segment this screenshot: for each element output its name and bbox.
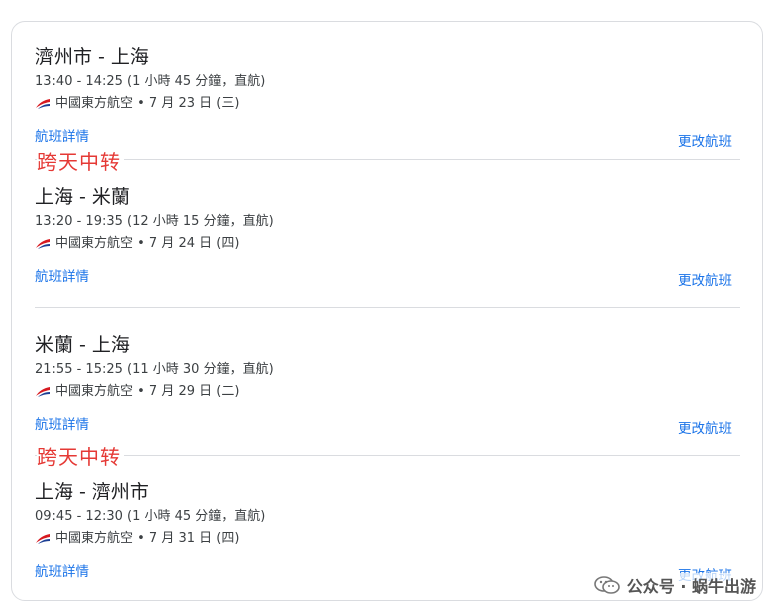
china-eastern-logo-icon (36, 99, 50, 109)
airline-date: 中國東方航空 • 7 月 23 日 (三) (55, 96, 240, 111)
flight-times: 13:40 - 14:25 (1 小時 45 分鐘，直航) (35, 74, 266, 89)
flight-segment-1: 濟州市 - 上海 13:40 - 14:25 (1 小時 45 分鐘，直航) 中… (35, 46, 740, 150)
airline-date: 中國東方航空 • 7 月 29 日 (二) (55, 384, 240, 399)
airline-date: 中國東方航空 • 7 月 24 日 (四) (55, 236, 240, 251)
change-flight-link[interactable]: 更改航班 (678, 269, 732, 289)
china-eastern-logo-icon (36, 534, 50, 544)
route-title: 濟州市 - 上海 (35, 46, 149, 68)
segment-divider (35, 159, 740, 160)
route-title: 上海 - 濟州市 (35, 481, 149, 503)
airline-info: 中國東方航空 • 7 月 23 日 (三) (35, 96, 740, 112)
flight-times: 21:55 - 15:25 (11 小時 30 分鐘，直航) (35, 362, 274, 377)
airline-info: 中國東方航空 • 7 月 29 日 (二) (35, 384, 740, 400)
route-title: 米蘭 - 上海 (35, 334, 130, 356)
flight-times: 13:20 - 19:35 (12 小時 15 分鐘，直航) (35, 214, 274, 229)
change-flight-link[interactable]: 更改航班 (678, 417, 732, 437)
flight-times: 09:45 - 12:30 (1 小時 45 分鐘，直航) (35, 509, 266, 524)
change-flight-link[interactable]: 更改航班 (678, 130, 732, 150)
flight-segment-4: 上海 - 濟州市 09:45 - 12:30 (1 小時 45 分鐘，直航) 中… (35, 481, 740, 584)
overnight-transfer-note: 跨天中转 (37, 441, 124, 470)
watermark-text: 公众号 · 蜗牛出游 (626, 577, 756, 596)
watermark: 公众号 · 蜗牛出游 (592, 573, 756, 597)
airline-info: 中國東方航空 • 7 月 24 日 (四) (35, 236, 740, 252)
flight-details-link[interactable]: 航班詳情 (35, 560, 89, 580)
airline-info: 中國東方航空 • 7 月 31 日 (四) (35, 531, 740, 547)
china-eastern-logo-icon (36, 387, 50, 397)
overnight-transfer-note: 跨天中转 (37, 146, 124, 175)
flight-segment-3: 米蘭 - 上海 21:55 - 15:25 (11 小時 30 分鐘，直航) 中… (35, 334, 740, 437)
segment-divider (35, 455, 740, 456)
china-eastern-logo-icon (36, 239, 50, 249)
flight-details-link[interactable]: 航班詳情 (35, 125, 89, 145)
flight-details-link[interactable]: 航班詳情 (35, 413, 89, 433)
flight-details-link[interactable]: 航班詳情 (35, 265, 89, 285)
flight-segment-2: 上海 - 米蘭 13:20 - 19:35 (12 小時 15 分鐘，直航) 中… (35, 186, 740, 289)
route-title: 上海 - 米蘭 (35, 186, 130, 208)
trip-divider (35, 307, 740, 308)
wechat-icon (593, 576, 620, 594)
airline-date: 中國東方航空 • 7 月 31 日 (四) (55, 531, 240, 546)
